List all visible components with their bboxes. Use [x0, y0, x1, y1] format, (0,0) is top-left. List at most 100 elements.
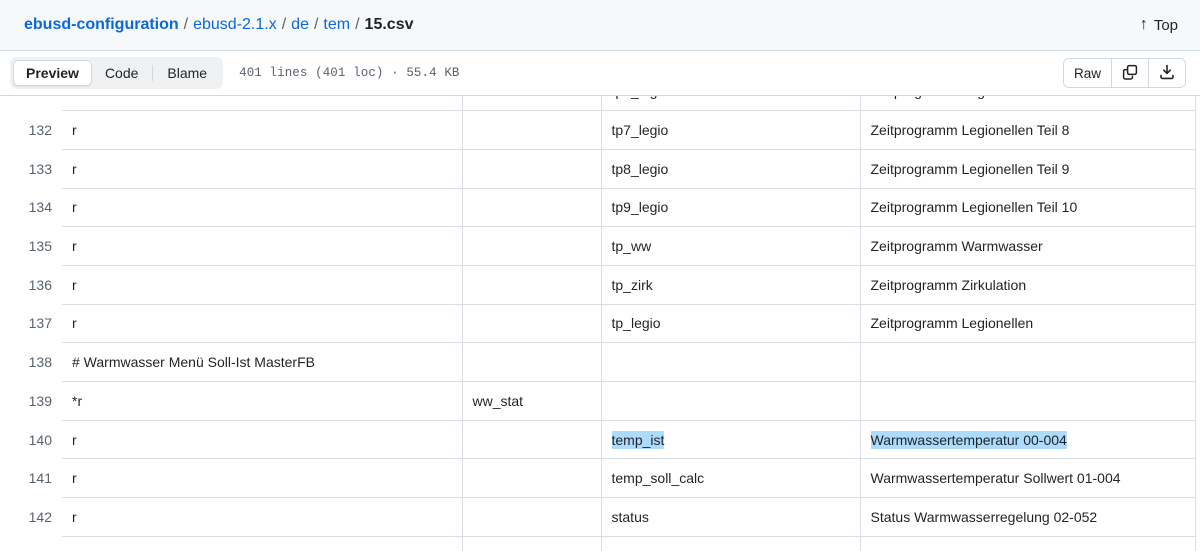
breadcrumb-repo-link[interactable]: ebusd-configuration [24, 14, 179, 36]
line-number[interactable]: 141 [0, 458, 62, 498]
table-row: 135 r tp_ww Zeitprogramm Warmwasser [0, 226, 1196, 266]
line-number[interactable]: 143 [0, 536, 62, 551]
line-number[interactable]: 142 [0, 497, 62, 537]
line-number[interactable]: 133 [0, 149, 62, 189]
line-number[interactable]: 137 [0, 304, 62, 343]
line-number[interactable]: 132 [0, 110, 62, 150]
view-mode-switch: Preview Code Blame [10, 57, 224, 89]
cell-comment[interactable]: Zeitprogramm Legionellen Teil 10 [860, 188, 1196, 228]
cell-circuit[interactable] [462, 188, 602, 228]
line-number[interactable]: 140 [0, 420, 62, 459]
cell-name[interactable]: temp_soll_calc [601, 458, 861, 499]
breadcrumb-part-1[interactable]: de [291, 14, 309, 36]
cell-comment[interactable]: Zeitprogramm Legionellen Teil 9 [860, 149, 1196, 189]
file-header: ebusd-configuration / ebusd-2.1.x / de /… [0, 0, 1200, 51]
breadcrumb-current-file: 15.csv [364, 15, 414, 33]
cell-comment[interactable]: Zeitprogramm Legionellen [860, 304, 1196, 344]
cell-type[interactable]: r [62, 226, 463, 266]
csv-preview-viewport[interactable]: 131rtp6_legioZeitprogramm Legionellen Te… [0, 96, 1200, 551]
breadcrumb-separator: / [313, 15, 319, 33]
cell-type[interactable]: r [62, 497, 463, 537]
tab-blame[interactable]: Blame [154, 60, 220, 86]
cell-name[interactable]: status [601, 497, 861, 537]
csv-table: 131rtp6_legioZeitprogramm Legionellen Te… [0, 96, 1196, 551]
cell-type[interactable]: *r [62, 381, 463, 421]
cell-name[interactable]: tp_zirk [601, 265, 861, 305]
cell-comment[interactable]: Status Warmwasserregelung 02-052 [860, 497, 1196, 537]
line-number[interactable]: 131 [0, 96, 62, 111]
cell-name[interactable]: tp7_legio [601, 110, 861, 150]
line-number[interactable]: 136 [0, 265, 62, 305]
cell-name[interactable]: tp_legio [601, 304, 861, 344]
line-number[interactable]: 135 [0, 226, 62, 266]
file-toolbar: Preview Code Blame 401 lines (401 loc) ·… [0, 51, 1200, 96]
breadcrumb-separator: / [281, 15, 287, 33]
tab-preview-label: Preview [26, 65, 79, 81]
cell-circuit[interactable] [462, 342, 602, 382]
cell-type[interactable]: r [62, 420, 463, 460]
cell-comment[interactable]: Warmwassertemperatur Sollwert 01-004 [860, 458, 1196, 499]
cell-type[interactable]: r [62, 458, 463, 499]
csv-scroll-container: 131rtp6_legioZeitprogramm Legionellen Te… [0, 96, 1200, 551]
cell-type[interactable]: r [62, 265, 463, 305]
cell-circuit[interactable] [462, 497, 602, 537]
cell-circuit[interactable] [462, 149, 602, 189]
cell-comment[interactable] [860, 536, 1196, 551]
line-number[interactable]: 134 [0, 188, 62, 227]
cell-circuit[interactable]: ww_stat [462, 381, 602, 421]
line-number[interactable]: 138 [0, 342, 62, 382]
cell-type[interactable]: r [62, 110, 463, 150]
cell-name[interactable]: tp8_legio [601, 149, 861, 189]
cell-name[interactable]: tp_ww [601, 226, 861, 266]
cell-type[interactable] [62, 536, 463, 551]
cell-comment[interactable]: Zeitprogramm Legionellen Teil 8 [860, 110, 1196, 150]
cell-circuit[interactable] [462, 265, 602, 305]
cell-circuit[interactable] [462, 458, 602, 499]
selected-text: temp_ist [611, 430, 665, 449]
cell-name[interactable] [601, 536, 861, 551]
cell-comment[interactable] [860, 342, 1196, 382]
cell-circuit[interactable] [462, 420, 602, 460]
line-number[interactable]: 139 [0, 381, 62, 421]
cell-comment[interactable]: Warmwassertemperatur 00-004 [860, 420, 1196, 460]
cell-circuit[interactable] [462, 96, 602, 112]
cell-type[interactable]: # Warmwasser Menü Soll-Ist MasterFB [62, 342, 463, 382]
cell-type[interactable]: r [62, 149, 463, 189]
cell-comment[interactable]: Zeitprogramm Warmwasser [860, 226, 1196, 266]
cell-type[interactable]: r [62, 304, 463, 344]
copy-button[interactable] [1112, 59, 1149, 87]
table-row: 134 r tp9_legio Zeitprogramm Legionellen Te… [0, 188, 1196, 228]
breadcrumb-part-0[interactable]: ebusd-2.1.x [193, 14, 277, 36]
cell-name[interactable] [601, 381, 861, 421]
download-icon [1159, 64, 1175, 83]
download-button[interactable] [1149, 59, 1185, 87]
cell-circuit[interactable] [462, 226, 602, 266]
cell-comment[interactable] [860, 381, 1196, 421]
file-actions-group: Raw [1062, 58, 1186, 88]
arrow-up-icon: ↑ [1139, 16, 1148, 33]
cell-circuit[interactable] [462, 304, 602, 344]
cell-name[interactable]: temp_ist [601, 420, 861, 460]
selected-text: Warmwassertemperatur 00-004 [870, 430, 1067, 449]
tab-code[interactable]: Code [92, 60, 151, 86]
cell-name[interactable]: tp9_legio [601, 188, 861, 228]
cell-type[interactable]: r [62, 188, 463, 228]
cell-circuit[interactable] [462, 110, 602, 150]
raw-button[interactable]: Raw [1063, 59, 1112, 87]
tab-preview[interactable]: Preview [13, 60, 92, 86]
table-row: 143 [0, 536, 1196, 551]
top-link[interactable]: ↑ Top [1134, 13, 1184, 38]
cell-comment[interactable]: Zeitprogramm Zirkulation [860, 265, 1196, 305]
cell-circuit[interactable] [462, 536, 602, 551]
segment-divider [152, 65, 154, 81]
raw-button-label: Raw [1073, 65, 1101, 81]
cell-name[interactable] [601, 342, 861, 382]
cell-name[interactable]: tp6_legio [601, 96, 861, 112]
table-row: 138 # Warmwasser Menü Soll-Ist MasterFB [0, 342, 1196, 382]
cell-type[interactable]: r [62, 96, 463, 112]
breadcrumb-part-2[interactable]: tem [323, 14, 350, 36]
tab-blame-label: Blame [167, 65, 208, 81]
cell-comment[interactable]: Zeitprogramm Legionellen Teil 7 [860, 96, 1196, 112]
breadcrumb-separator: / [183, 15, 189, 33]
table-row: 141 r temp_soll_calc Warmwassertemperatur S… [0, 458, 1196, 499]
